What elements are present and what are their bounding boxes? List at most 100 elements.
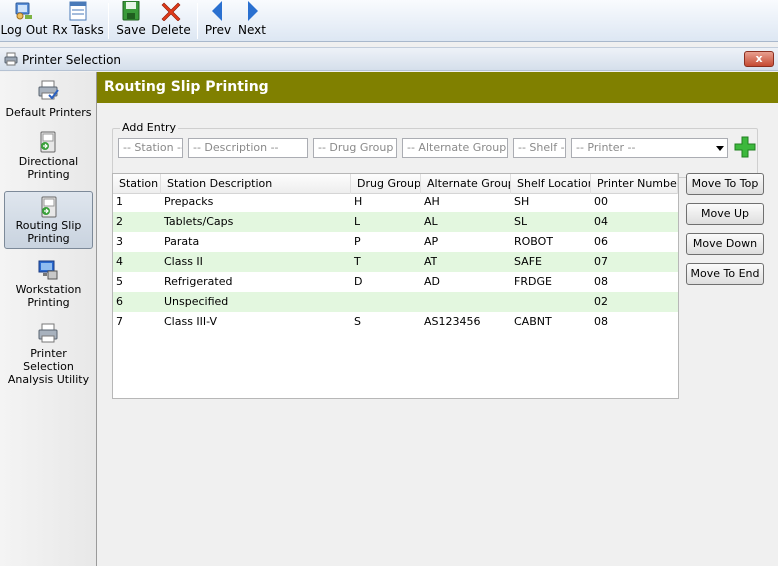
station-cell: 1 [116, 195, 123, 208]
next-button[interactable]: Next [237, 0, 267, 42]
sidebar-item-workstation-printing[interactable]: Workstation Printing [4, 254, 93, 314]
table-row[interactable]: 6 Unspecified 02 [113, 292, 678, 312]
shelf-location-cell: FRDGE [514, 275, 552, 288]
station-input[interactable]: -- Station -- [118, 138, 183, 158]
shelf-location-cell: CABNT [514, 315, 552, 328]
sidebar-item-label: Workstation Printing [15, 283, 82, 309]
arrow-left-icon [212, 1, 222, 21]
shelf-location-cell: ROBOT [514, 235, 554, 248]
station-cell: 3 [116, 235, 123, 248]
column-header[interactable]: Station Description [161, 174, 351, 194]
drug-group-cell: D [354, 275, 363, 288]
rx-tasks-icon [69, 1, 87, 21]
shelf-location-cell: SH [514, 195, 530, 208]
printer-icon [4, 52, 18, 66]
chevron-down-icon [716, 146, 724, 151]
sidebar-item-routing-slip-printing[interactable]: Routing Slip Printing [4, 191, 93, 249]
move-to-top-button[interactable]: Move To Top [686, 173, 764, 195]
description-cell: Class III-V [164, 315, 218, 328]
alternate-group-cell: AL [424, 215, 438, 228]
page-title: Routing Slip Printing [104, 79, 269, 95]
shelf-input[interactable]: -- Shelf -- [513, 138, 566, 158]
table-header: Station Station Description Drug Group A… [113, 174, 678, 194]
close-button[interactable]: x [744, 51, 774, 67]
drug-group-input[interactable]: -- Drug Group -- [313, 138, 397, 158]
toolbar: Log Out Rx Tasks Save Delete Prev Next [0, 0, 778, 42]
main-panel: Routing Slip Printing Add Entry -- Stati… [97, 72, 778, 566]
routing-slip-printer-icon [41, 196, 57, 218]
move-up-button[interactable]: Move Up [686, 203, 764, 225]
sidebar-item-label: Routing Slip Printing [15, 219, 82, 245]
add-entry-label: Add Entry [120, 121, 179, 134]
column-header[interactable]: Shelf Location [511, 174, 591, 194]
logout-icon [15, 2, 32, 20]
table-row[interactable]: 5 Refrigerated D AD FRDGE 08 [113, 272, 678, 292]
shelf-location-cell: SL [514, 215, 528, 228]
printer-number-cell: 07 [594, 255, 608, 268]
toolbar-separator [108, 3, 109, 39]
drug-group-cell: T [354, 255, 361, 268]
column-header[interactable]: Drug Group [351, 174, 421, 194]
station-cell: 7 [116, 315, 123, 328]
description-cell: Unspecified [164, 295, 229, 308]
table-row[interactable]: 1 Prepacks H AH SH 00 [113, 192, 678, 212]
save-icon [122, 1, 140, 21]
section-header: Routing Slip Printing [97, 72, 778, 103]
column-header[interactable]: Printer Number [591, 174, 678, 194]
table-row[interactable]: 3 Parata P AP ROBOT 06 [113, 232, 678, 252]
window-title: Printer Selection [22, 53, 122, 67]
close-icon: x [755, 52, 763, 65]
add-entry-group: Add Entry -- Station -- -- Description -… [112, 121, 758, 178]
delete-button[interactable]: Delete [150, 0, 192, 42]
move-down-button[interactable]: Move Down [686, 233, 764, 255]
shelf-location-cell [511, 292, 514, 312]
alternate-group-cell: AD [424, 275, 440, 288]
printer-dropdown[interactable]: -- Printer -- [571, 138, 728, 158]
sidebar-item-label: Default Printers [5, 106, 92, 119]
station-cell: 2 [116, 215, 123, 228]
printer-number-cell: 08 [594, 315, 608, 328]
table-row[interactable]: 2 Tablets/Caps L AL SL 04 [113, 212, 678, 232]
station-cell: 6 [116, 295, 123, 308]
rx-tasks-button[interactable]: Rx Tasks [52, 0, 104, 42]
alternate-group-input[interactable]: -- Alternate Group -- [402, 138, 508, 158]
column-header[interactable]: Station [113, 174, 161, 194]
directional-printer-icon [40, 131, 56, 153]
table-row[interactable]: 4 Class II T AT SAFE 07 [113, 252, 678, 272]
workstation-icon [38, 260, 58, 280]
save-button[interactable]: Save [114, 0, 148, 42]
column-header[interactable]: Alternate Group [421, 174, 511, 194]
shelf-location-cell: SAFE [514, 255, 542, 268]
printer-icon [38, 323, 58, 343]
alternate-group-cell: AS123456 [424, 315, 481, 328]
window-titlebar: Printer Selection x [0, 47, 778, 71]
alternate-group-cell [421, 292, 424, 312]
logout-button[interactable]: Log Out [0, 0, 48, 42]
move-to-end-button[interactable]: Move To End [686, 263, 764, 285]
station-cell: 5 [116, 275, 123, 288]
add-icon[interactable] [733, 135, 757, 159]
station-cell: 4 [116, 255, 123, 268]
printer-dropdown-value: -- Printer -- [576, 141, 636, 154]
printer-number-cell: 04 [594, 215, 608, 228]
printer-number-cell: 02 [594, 295, 608, 308]
printer-check-icon [38, 80, 59, 100]
sidebar-item-default-printers[interactable]: Default Printers [4, 74, 93, 134]
sidebar-item-label: Directional Printing [18, 155, 79, 181]
drug-group-cell: P [354, 235, 361, 248]
drug-group-cell: L [354, 215, 361, 228]
drug-group-cell [351, 292, 354, 312]
printer-number-cell: 00 [594, 195, 608, 208]
alternate-group-cell: AT [424, 255, 438, 268]
drug-group-cell: S [354, 315, 361, 328]
delete-icon [161, 2, 181, 21]
sidebar: Default Printers Directional Printing Ro… [0, 72, 97, 566]
description-input[interactable]: -- Description -- [188, 138, 308, 158]
table-row[interactable]: 7 Class III-V S AS123456 CABNT 08 [113, 312, 678, 332]
description-cell: Parata [164, 235, 200, 248]
printer-number-cell: 08 [594, 275, 608, 288]
sidebar-item-directional-printing[interactable]: Directional Printing [4, 126, 93, 186]
prev-button[interactable]: Prev [203, 0, 233, 42]
sidebar-item-printer-selection-analysis-utility[interactable]: Printer Selection Analysis Utility [4, 317, 93, 386]
alternate-group-cell: AH [424, 195, 440, 208]
